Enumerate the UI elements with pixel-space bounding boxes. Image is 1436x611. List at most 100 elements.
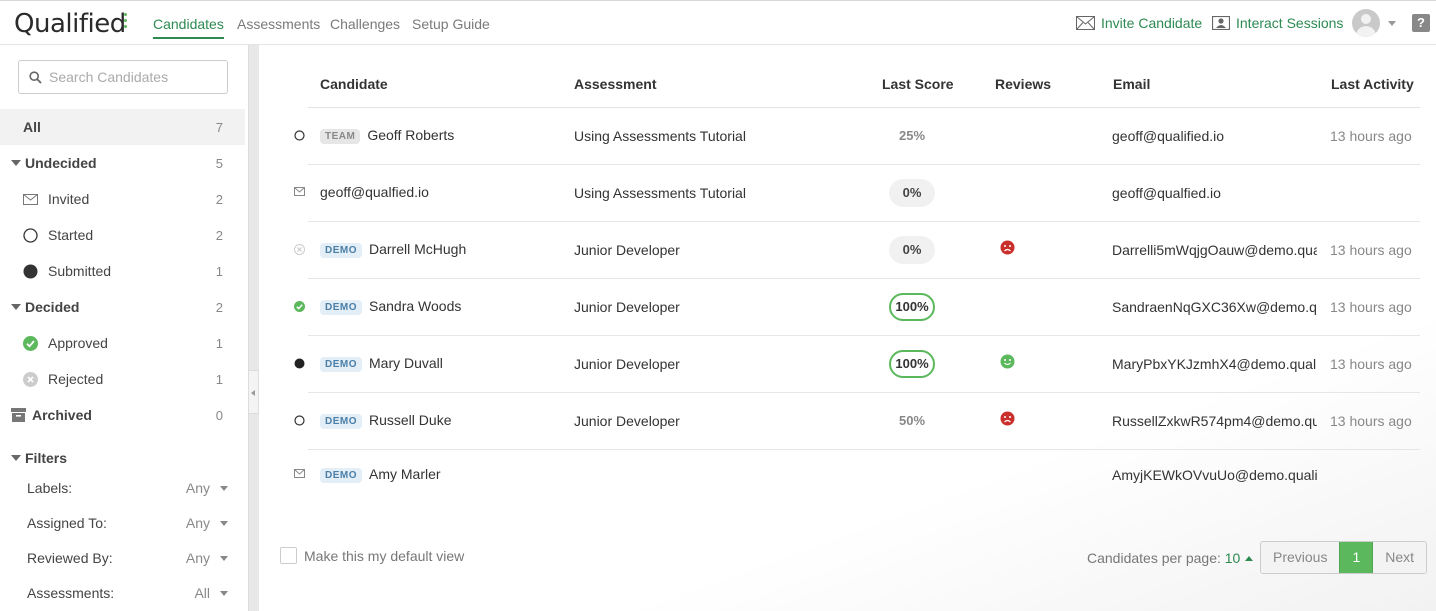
chevron-left-icon	[251, 390, 255, 396]
pagination: Previous 1 Next	[1260, 541, 1428, 574]
envelope-icon	[294, 469, 305, 478]
table-row[interactable]: DEMO Mary Duvall Junior Developer 100% MaryP…	[294, 336, 1420, 393]
assessment-cell: Junior Developer	[574, 356, 680, 372]
filter-reviewed-by[interactable]: Reviewed By: Any	[27, 543, 230, 573]
nav-candidates[interactable]: Candidates	[153, 16, 224, 39]
table-row[interactable]: geoff@qualfied.io Using Assessments Tutor…	[294, 165, 1420, 222]
filter-label: Reviewed By:	[27, 550, 113, 566]
default-view-label: Make this my default view	[304, 547, 465, 564]
score-badge[interactable]: 100%	[889, 350, 935, 378]
candidate-cell[interactable]: TEAM Geoff Roberts	[320, 127, 454, 144]
filter-value: Any	[185, 515, 210, 531]
help-icon[interactable]: ?	[1412, 14, 1430, 32]
score-badge[interactable]: 0%	[889, 236, 935, 264]
sidebar-item-invited[interactable]: Invited 2	[0, 181, 245, 217]
sidebar-item-label: Decided	[25, 299, 80, 315]
sidebar-item-undecided[interactable]: Undecided 5	[0, 145, 245, 181]
candidates-table-panel: Candidate Assessment Last Score Reviews …	[259, 45, 1436, 611]
per-page-selector[interactable]: Candidates per page: 10	[1087, 550, 1254, 566]
column-header-last-score[interactable]: Last Score	[882, 76, 954, 92]
column-header-candidate[interactable]: Candidate	[320, 76, 388, 92]
caret-down-icon	[11, 304, 21, 310]
last-activity-cell: 13 hours ago	[1330, 128, 1412, 144]
collapse-sidebar-toggle[interactable]	[249, 370, 259, 414]
filter-assessments[interactable]: Assessments: All	[27, 578, 230, 608]
top-navigation: Qualified Candidates Assessments Challen…	[0, 0, 1436, 45]
check-circle-icon	[23, 335, 38, 351]
empty-circle-icon	[294, 130, 305, 141]
sidebar-item-submitted[interactable]: Submitted 1	[0, 253, 245, 289]
score-badge[interactable]: 0%	[889, 179, 935, 207]
happy-face-icon[interactable]	[1000, 354, 1015, 369]
table-row[interactable]: DEMO Amy Marler AmyjKEWkOVvuUo@demo.qualif…	[294, 450, 1420, 502]
search-input[interactable]	[49, 69, 219, 85]
sidebar-item-rejected[interactable]: Rejected 1	[0, 361, 245, 397]
sidebar-item-started[interactable]: Started 2	[0, 217, 245, 253]
column-header-last-activity[interactable]: Last Activity	[1331, 76, 1414, 92]
candidate-cell[interactable]: geoff@qualfied.io	[320, 184, 429, 200]
score-badge[interactable]: 25%	[889, 122, 935, 150]
table-row[interactable]: DEMO Russell Duke Junior Developer 50% Russe…	[294, 393, 1420, 450]
search-box[interactable]	[18, 60, 228, 94]
candidate-cell[interactable]: DEMO Amy Marler	[320, 466, 441, 483]
assessment-cell: Junior Developer	[574, 242, 680, 258]
page-1-button[interactable]: 1	[1339, 542, 1374, 573]
qualified-logo[interactable]: Qualified	[14, 9, 126, 39]
column-header-email[interactable]: Email	[1113, 76, 1150, 92]
filled-circle-icon	[23, 264, 38, 279]
interact-sessions-label: Interact Sessions	[1236, 15, 1344, 31]
nav-setup-guide[interactable]: Setup Guide	[412, 16, 490, 32]
user-avatar[interactable]	[1352, 9, 1380, 37]
sidebar-item-all[interactable]: All 7	[0, 109, 245, 145]
candidate-name[interactable]: Russell Duke	[369, 412, 451, 428]
default-view-checkbox[interactable]	[280, 547, 297, 564]
sidebar-item-approved[interactable]: Approved 1	[0, 325, 245, 361]
candidate-cell[interactable]: DEMO Sandra Woods	[320, 298, 461, 315]
default-view-option[interactable]: Make this my default view	[280, 547, 464, 564]
search-icon	[29, 71, 42, 87]
candidate-cell[interactable]: DEMO Russell Duke	[320, 412, 451, 429]
archive-box-icon	[11, 408, 26, 422]
nav-assessments[interactable]: Assessments	[237, 16, 320, 32]
x-circle-icon	[23, 371, 38, 387]
column-header-assessment[interactable]: Assessment	[574, 76, 657, 92]
email-cell: AmyjKEWkOVvuUo@demo.qualified.io	[1112, 467, 1317, 483]
filter-label: Labels:	[27, 480, 73, 496]
table-row[interactable]: DEMO Sandra Woods Junior Developer 100% Sand…	[294, 279, 1420, 336]
filter-labels[interactable]: Labels: Any	[27, 473, 230, 503]
candidate-tag: DEMO	[320, 300, 362, 315]
filter-assigned-to[interactable]: Assigned To: Any	[27, 508, 230, 538]
candidate-cell[interactable]: DEMO Darrell McHugh	[320, 241, 466, 258]
candidate-name[interactable]: Sandra Woods	[369, 298, 461, 314]
email-cell: MaryPbxYKJzmhX4@demo.qualified.io	[1112, 356, 1317, 372]
sidebar-item-decided[interactable]: Decided 2	[0, 289, 245, 325]
candidate-name[interactable]: Darrell McHugh	[369, 241, 466, 257]
sidebar-resize-handle[interactable]	[248, 45, 259, 611]
score-badge[interactable]: 100%	[889, 293, 935, 321]
candidate-name[interactable]: Geoff Roberts	[367, 127, 454, 143]
column-header-reviews[interactable]: Reviews	[995, 76, 1051, 92]
score-badge[interactable]: 50%	[889, 407, 935, 435]
candidate-name[interactable]: Mary Duvall	[369, 355, 443, 371]
sad-face-icon[interactable]	[1000, 411, 1015, 426]
previous-page-button[interactable]: Previous	[1261, 542, 1340, 573]
next-page-button[interactable]: Next	[1373, 542, 1427, 573]
sidebar-item-count: 2	[215, 191, 223, 207]
sidebar: All 7 Undecided 5 Invited 2 Started 2 Su…	[0, 45, 245, 611]
caret-down-icon[interactable]	[1388, 21, 1396, 26]
empty-circle-icon	[294, 415, 305, 426]
sidebar-item-archived[interactable]: Archived 0	[0, 397, 245, 433]
sidebar-item-count: 5	[215, 155, 223, 171]
sidebar-item-count: 2	[215, 227, 223, 243]
table-row[interactable]: TEAM Geoff Roberts Using Assessments Tutor…	[294, 108, 1420, 165]
candidate-name[interactable]: Amy Marler	[369, 466, 441, 482]
nav-challenges[interactable]: Challenges	[330, 16, 400, 32]
invite-candidate-button[interactable]: Invite Candidate	[1076, 15, 1202, 31]
filters-header[interactable]: Filters	[0, 440, 245, 476]
sad-face-icon[interactable]	[1000, 240, 1015, 255]
candidate-cell[interactable]: DEMO Mary Duvall	[320, 355, 443, 372]
assessment-cell: Junior Developer	[574, 299, 680, 315]
candidate-name[interactable]: geoff@qualfied.io	[320, 184, 429, 200]
table-row[interactable]: DEMO Darrell McHugh Junior Developer 0% Darr…	[294, 222, 1420, 279]
interact-sessions-button[interactable]: Interact Sessions	[1212, 15, 1343, 31]
